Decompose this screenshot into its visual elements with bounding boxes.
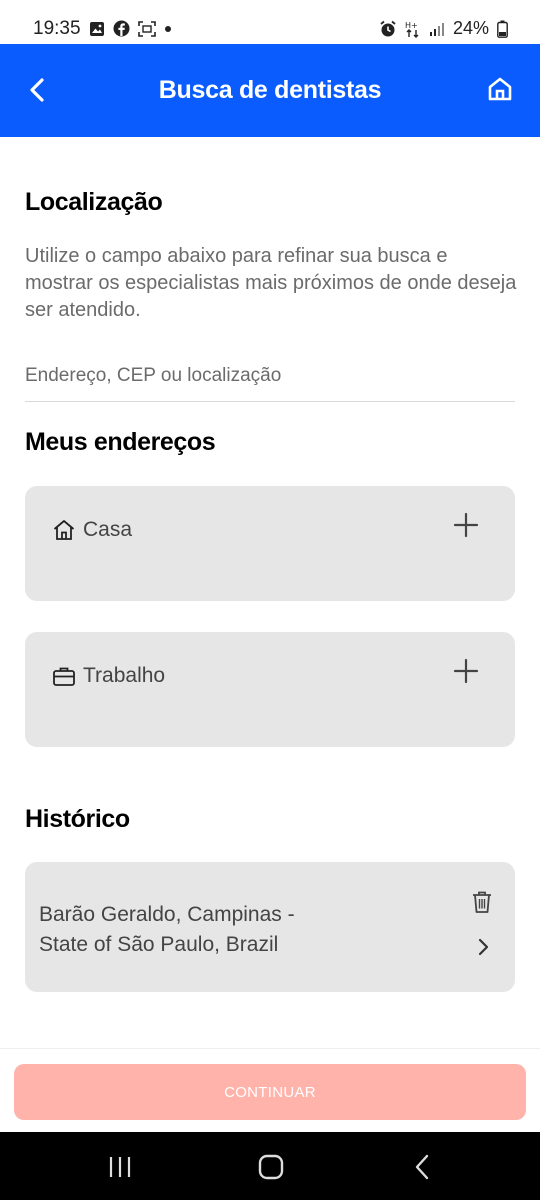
address-card-label: Casa xyxy=(83,518,133,541)
address-card-trabalho[interactable]: Trabalho xyxy=(25,632,515,747)
gallery-icon xyxy=(90,21,104,36)
battery-percent: 24% xyxy=(452,18,489,38)
history-address: Barão Geraldo, Campinas - State of São P… xyxy=(39,903,295,956)
data-icon: H+ xyxy=(405,21,419,38)
status-right: H+ 24% xyxy=(379,18,508,39)
facebook-icon xyxy=(113,20,130,37)
signal-icon xyxy=(429,22,444,36)
home-button-icon[interactable] xyxy=(256,1152,286,1182)
page-title: Busca de dentistas xyxy=(158,76,382,104)
location-description: Utilize o campo abaixo para refinar sua … xyxy=(25,245,517,321)
my-addresses-title: Meus endereços xyxy=(25,428,216,456)
recents-icon[interactable] xyxy=(105,1152,135,1182)
home-icon[interactable] xyxy=(486,75,514,103)
briefcase-icon xyxy=(53,667,75,686)
continue-button[interactable]: CONTINUAR xyxy=(14,1064,526,1120)
status-left-icons xyxy=(89,20,172,37)
status-time: 19:35 xyxy=(33,18,81,39)
address-card-label: Trabalho xyxy=(83,664,166,687)
address-search-input[interactable] xyxy=(25,350,515,402)
plus-icon[interactable] xyxy=(453,658,479,684)
svg-text:H+: H+ xyxy=(405,21,418,30)
dot-icon xyxy=(165,25,171,32)
history-title: Histórico xyxy=(25,805,130,833)
system-nav-bar xyxy=(0,1132,540,1200)
footer-divider xyxy=(0,1048,540,1049)
app-bar: Busca de dentistas xyxy=(0,44,540,137)
battery-icon xyxy=(497,20,508,38)
history-item[interactable]: Barão Geraldo, Campinas - State of São P… xyxy=(25,862,515,992)
alarm-icon xyxy=(380,20,396,36)
plus-icon[interactable] xyxy=(453,512,479,538)
home-outline-icon xyxy=(53,520,75,540)
screenshot-icon xyxy=(138,20,156,37)
address-card-casa[interactable]: Casa xyxy=(25,486,515,601)
trash-icon[interactable] xyxy=(471,890,493,914)
back-icon[interactable] xyxy=(408,1152,438,1182)
status-bar: 19:35 H+ 24% xyxy=(0,0,540,44)
location-title: Localização xyxy=(25,188,163,216)
chevron-right-icon[interactable] xyxy=(475,936,491,958)
